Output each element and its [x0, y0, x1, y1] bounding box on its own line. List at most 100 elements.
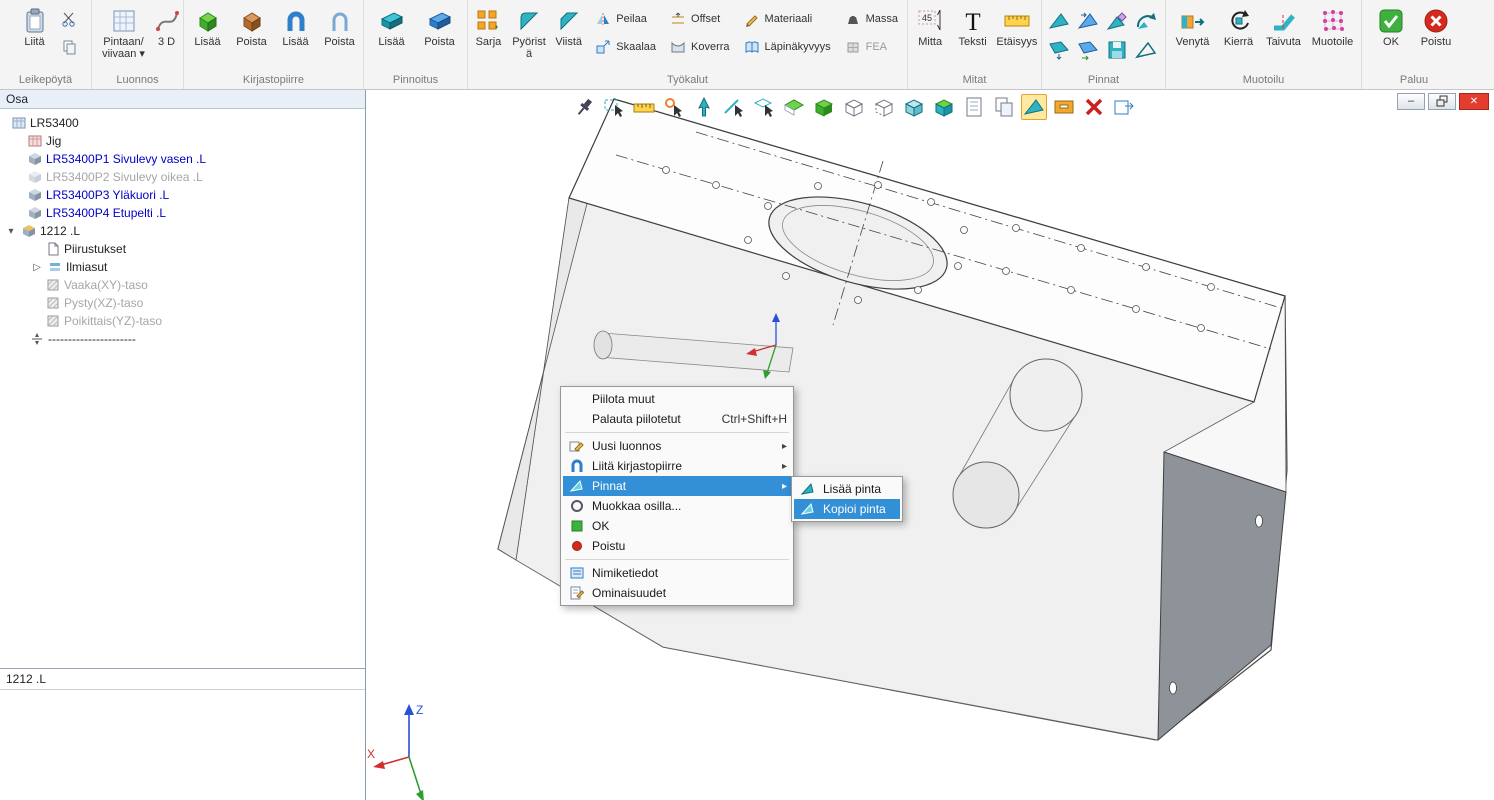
snap-face-icon[interactable]: [751, 94, 777, 120]
wireframe-cube-icon[interactable]: [841, 94, 867, 120]
paste-button[interactable]: Liitä: [13, 4, 57, 50]
menu-item-ok[interactable]: OK: [563, 516, 791, 536]
surface-tool-icon-6[interactable]: [1075, 36, 1102, 63]
svg-text:45: 45: [922, 13, 932, 23]
expander-icon[interactable]: ▷: [30, 262, 44, 273]
solid-cube-icon[interactable]: [931, 94, 957, 120]
shape-button[interactable]: Muotoile: [1308, 4, 1358, 50]
mirror-button[interactable]: Peilaa: [592, 7, 659, 31]
tree-item-part-p1[interactable]: LR53400P1 Sivulevy vasen .L: [0, 150, 365, 168]
chamfer-button[interactable]: Viistä: [551, 4, 586, 50]
detail-list-title: 1212 .L: [0, 669, 365, 690]
tree-item-split-line[interactable]: ----------------------: [0, 330, 365, 348]
library-add-button[interactable]: Lisää: [187, 4, 229, 50]
menu-item-restore-hidden[interactable]: Palauta piilotetut Ctrl+Shift+H: [563, 409, 791, 429]
surface-tool-icon-5[interactable]: [1046, 36, 1073, 63]
offset-button[interactable]: Offset: [667, 7, 733, 31]
tree-item-drawings[interactable]: Piirustukset: [0, 240, 365, 258]
pin-icon[interactable]: [571, 94, 597, 120]
ribbon-group-return: OK Poistu Paluu: [1362, 0, 1466, 89]
transparency-button[interactable]: Läpinäkyvyys: [741, 35, 834, 59]
rotate-button[interactable]: Kierrä: [1218, 4, 1260, 50]
mass-button[interactable]: Massa: [842, 7, 901, 31]
tree-item-1212[interactable]: ▾ 1212 .L: [0, 222, 365, 240]
copy-button[interactable]: [59, 37, 79, 57]
coating-add-button[interactable]: Lisää: [369, 4, 415, 50]
menu-item-paste-library-feature[interactable]: Liitä kirjastopiirre ▸: [563, 456, 791, 476]
hollow-button[interactable]: Koverra: [667, 35, 733, 59]
feature-list-icon[interactable]: [961, 94, 987, 120]
surface-tool-icon-8[interactable]: [1133, 36, 1160, 63]
bend-button[interactable]: Taivuta: [1262, 4, 1306, 50]
surface-mode-icon[interactable]: [1021, 94, 1047, 120]
window-controls: – ✕: [1397, 93, 1489, 110]
copy-faces-icon[interactable]: [991, 94, 1017, 120]
tree-item-plane-yz[interactable]: Poikittais(YZ)-taso: [0, 312, 365, 330]
menu-item-surfaces[interactable]: Pinnat ▸: [563, 476, 791, 496]
surface-tool-icon-3[interactable]: [1104, 7, 1131, 34]
menu-item-new-sketch[interactable]: Uusi luonnos ▸: [563, 436, 791, 456]
exit-button[interactable]: Poistu: [1414, 4, 1458, 50]
tree-item-jig[interactable]: Jig: [0, 132, 365, 150]
pattern-button[interactable]: Sarja: [470, 4, 507, 50]
library-remove-button[interactable]: Poista: [231, 4, 273, 50]
box-select-icon[interactable]: [601, 94, 627, 120]
surface-tool-icon-1[interactable]: [1046, 7, 1073, 34]
paste-label: Liitä: [24, 36, 44, 48]
library-feature-remove-button[interactable]: Poista: [319, 4, 361, 50]
snap-edge-icon[interactable]: [721, 94, 747, 120]
hidden-line-cube-icon[interactable]: [871, 94, 897, 120]
edit-parts-icon: [567, 498, 587, 514]
expander-icon[interactable]: ▾: [4, 226, 18, 237]
archive-icon[interactable]: [1051, 94, 1077, 120]
menu-item-hide-others[interactable]: Piilota muut: [563, 389, 791, 409]
measure-icon[interactable]: [631, 94, 657, 120]
sketch-3d-button[interactable]: 3 D: [154, 4, 180, 50]
minimize-button[interactable]: –: [1397, 93, 1425, 110]
snap-vertex-icon[interactable]: [691, 94, 717, 120]
part-flange-selected[interactable]: [1158, 452, 1286, 740]
menu-item-copy-surface[interactable]: Kopioi pinta: [794, 499, 900, 519]
surface-tool-icon-2[interactable]: [1075, 7, 1102, 34]
tools-small-grid: Peilaa Skaalaa Offset Koverra: [588, 4, 905, 63]
fillet-button[interactable]: Pyöristä: [509, 4, 549, 62]
3d-viewport[interactable]: Z X –: [366, 90, 1494, 800]
ok-button[interactable]: OK: [1370, 4, 1412, 50]
3d-model[interactable]: Z X: [366, 90, 1494, 800]
surface-tool-icon-4[interactable]: [1133, 7, 1160, 34]
restore-button[interactable]: [1428, 93, 1456, 110]
menu-icon-spacer: [567, 411, 587, 427]
menu-item-properties[interactable]: Ominaisuudet: [563, 583, 791, 603]
shaded-cube-icon[interactable]: [901, 94, 927, 120]
sketch-on-face-button[interactable]: Pintaan/ viivaan ▾: [96, 4, 152, 62]
tree-item-part-p4[interactable]: LR53400P4 Etupelti .L: [0, 204, 365, 222]
fea-button[interactable]: FEA: [842, 35, 901, 59]
tree-item-root[interactable]: LR53400: [0, 114, 365, 132]
menu-item-exit[interactable]: Poistu: [563, 536, 791, 556]
snap-point-icon[interactable]: [661, 94, 687, 120]
scale-button[interactable]: Skaalaa: [592, 35, 659, 59]
tree-item-part-p2[interactable]: LR53400P2 Sivulevy oikea .L: [0, 168, 365, 186]
solid-select-icon[interactable]: [811, 94, 837, 120]
dimension-button[interactable]: 45 Mitta: [910, 4, 950, 50]
coating-remove-button[interactable]: Poista: [417, 4, 463, 50]
material-button[interactable]: Materiaali: [741, 7, 834, 31]
tree-item-plane-xy[interactable]: Vaaka(XY)-taso: [0, 276, 365, 294]
close-button[interactable]: ✕: [1459, 93, 1489, 110]
surface-tool-icon-7[interactable]: [1104, 36, 1131, 63]
stretch-button[interactable]: Venytä: [1170, 4, 1216, 50]
delete-icon[interactable]: [1081, 94, 1107, 120]
face-select-icon[interactable]: [781, 94, 807, 120]
split-plane-icon: [30, 332, 44, 346]
menu-item-add-surface[interactable]: Lisää pinta: [794, 479, 900, 499]
export-view-icon[interactable]: [1111, 94, 1137, 120]
tree-item-part-p3[interactable]: LR53400P3 Yläkuori .L: [0, 186, 365, 204]
tree-item-appearances[interactable]: ▷ Ilmiasut: [0, 258, 365, 276]
tree-item-plane-xz[interactable]: Pysty(XZ)-taso: [0, 294, 365, 312]
library-feature-add-button[interactable]: Lisää: [275, 4, 317, 50]
distance-button[interactable]: Etäisyys: [995, 4, 1039, 50]
menu-item-item-data[interactable]: Nimiketiedot: [563, 563, 791, 583]
text-button[interactable]: T Teksti: [952, 4, 992, 50]
cut-button[interactable]: [59, 9, 79, 29]
menu-item-edit-with-parts[interactable]: Muokkaa osilla...: [563, 496, 791, 516]
